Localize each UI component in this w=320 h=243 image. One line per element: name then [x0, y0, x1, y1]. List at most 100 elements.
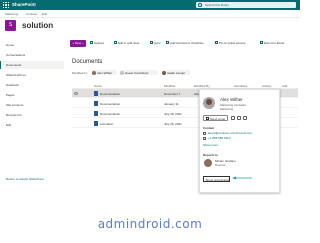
column-header-name[interactable]: Name [94, 84, 102, 88]
show-more-link[interactable]: Show more [203, 143, 218, 147]
chevron-down-icon[interactable]: ⌄ [99, 58, 103, 66]
nav-item-label: Site contents [6, 103, 24, 107]
filter-chip[interactable]: Guest Contributor [119, 70, 158, 75]
hub-nav-item[interactable]: Edit [42, 12, 47, 16]
sync-icon [150, 41, 153, 45]
phone-link[interactable]: +1 858 555 0110 [208, 136, 230, 140]
video-icon[interactable] [237, 116, 241, 120]
nav-item-label: Edit [6, 123, 12, 127]
nav-item-home[interactable]: Home [0, 41, 64, 49]
avatar [203, 97, 215, 109]
nav-item-label: Home [6, 43, 15, 47]
column-header-activity[interactable]: Activity [262, 84, 272, 88]
row-modified: January 11 [164, 101, 179, 106]
search-icon [198, 3, 202, 7]
hub-nav-item[interactable]: Contoso [26, 12, 37, 16]
grid-icon [114, 41, 117, 45]
nav-item-conversations[interactable]: Conversations [0, 51, 64, 59]
nav-item-edit[interactable]: Edit [0, 121, 64, 129]
left-nav: Home Conversations Documents Shared with… [0, 37, 64, 243]
edit-grid-button[interactable]: Edit in grid view [114, 41, 139, 45]
row-modified: November 7 [164, 91, 181, 96]
command-label: Upload [94, 41, 104, 45]
row-modified: July 28, 2021 [164, 111, 182, 116]
add-shortcut-button[interactable]: Add shortcut to OneDrive [166, 41, 204, 45]
nav-item-notebook[interactable]: Notebook [0, 81, 64, 89]
upload-icon [90, 41, 93, 45]
command-label: Pin to Quick access [219, 41, 246, 45]
export-excel-button[interactable]: Export to Excel [260, 41, 284, 45]
upload-button[interactable]: Upload [90, 41, 104, 45]
row-select-radio[interactable] [74, 91, 78, 95]
row-name[interactable]: Animation [100, 122, 113, 126]
watermark: admindroid.com [97, 217, 203, 231]
nav-item-shared-with-us[interactable]: Shared with us [0, 71, 64, 79]
nav-item-label: Notebook [6, 83, 19, 87]
command-label: Sync [154, 41, 161, 45]
nav-item-site-contents[interactable]: Site contents [0, 101, 64, 109]
more-icon[interactable] [243, 116, 247, 120]
search-input[interactable]: Search this library [205, 3, 229, 7]
pin-quick-access-button[interactable]: Pin to Quick access [215, 41, 245, 45]
row-name[interactable]: Documentation [100, 92, 120, 96]
send-email-button[interactable]: Send email [203, 115, 228, 121]
chip-label: Alex Wilber [97, 70, 113, 75]
mail-icon [203, 132, 206, 135]
file-icon [94, 111, 98, 116]
reports-to-header: Reports to [203, 153, 218, 157]
mail-icon [205, 117, 209, 120]
new-button[interactable]: + New ~ [70, 40, 86, 47]
profile-department: Marketing [220, 107, 234, 111]
pointer-arrow [232, 176, 252, 180]
shortcut-icon [166, 41, 169, 45]
nav-item-label: Shared with us [6, 73, 26, 77]
pin-icon [215, 41, 218, 45]
hub-nav: Marketing Contoso Edit [0, 10, 300, 18]
profile-name[interactable]: Alex Wilber [220, 97, 243, 102]
manager-role: Director [215, 163, 226, 167]
nav-item-documents[interactable]: Documents [0, 61, 64, 69]
file-icon [94, 101, 98, 106]
library-title[interactable]: Documents [72, 58, 102, 66]
site-logo[interactable]: S [5, 20, 16, 31]
show-organization-label: Show organization [205, 177, 231, 182]
column-header-add[interactable]: Add [282, 84, 287, 88]
row-modified: July 28, 2021 [164, 121, 182, 126]
excel-icon [260, 41, 263, 45]
site-title[interactable]: solution [22, 21, 53, 30]
command-label: Add shortcut to OneDrive [170, 41, 204, 45]
hub-nav-item[interactable]: Marketing [5, 12, 18, 16]
sync-button[interactable]: Sync [150, 41, 161, 45]
column-header-sensitivity[interactable]: Sensitivity [234, 84, 248, 88]
nav-item-pages[interactable]: Pages [0, 91, 64, 99]
manager-avatar [204, 159, 212, 167]
nav-item-label: Conversations [6, 53, 26, 57]
nav-item-recycle-bin[interactable]: Recycle bin [0, 111, 64, 119]
chat-icon[interactable] [231, 116, 235, 120]
command-label: Export to Excel [264, 41, 285, 45]
command-label: Edit in grid view [118, 41, 140, 45]
search-box[interactable]: Search this library [196, 2, 296, 8]
show-organization-button[interactable]: Show organization [203, 176, 230, 182]
modified-by-label: Modified by [72, 71, 88, 75]
column-header-row: Name Modified Modified By Sensitivity Ac… [72, 82, 298, 89]
brand-label[interactable]: SharePoint [12, 2, 36, 8]
send-email-label: Send email [210, 116, 226, 121]
avatar [161, 70, 166, 75]
column-header-modified[interactable]: Modified [164, 84, 175, 88]
column-header-modified-by[interactable]: Modified By [194, 84, 210, 88]
email-link[interactable]: alexw@contoso.onmicrosoft.com [208, 131, 252, 135]
avatar [91, 70, 96, 75]
app-launcher-icon[interactable] [3, 2, 9, 8]
chip-label: Isaiah Langer [167, 70, 186, 75]
file-icon [94, 91, 98, 96]
return-classic-link[interactable]: Return to classic SharePoint [6, 177, 44, 181]
row-name[interactable]: Documentation [100, 112, 120, 116]
phone-icon [203, 137, 206, 140]
filter-chip[interactable]: Isaiah Langer [161, 70, 191, 75]
filter-chip[interactable]: Alex Wilber [91, 70, 117, 75]
nav-item-label: Pages [6, 93, 15, 97]
chip-label: Guest Contributor [125, 70, 149, 75]
row-name[interactable]: Documentation [100, 102, 120, 106]
command-bar: + New ~ Upload Edit in grid view Sync Ad… [66, 39, 300, 48]
